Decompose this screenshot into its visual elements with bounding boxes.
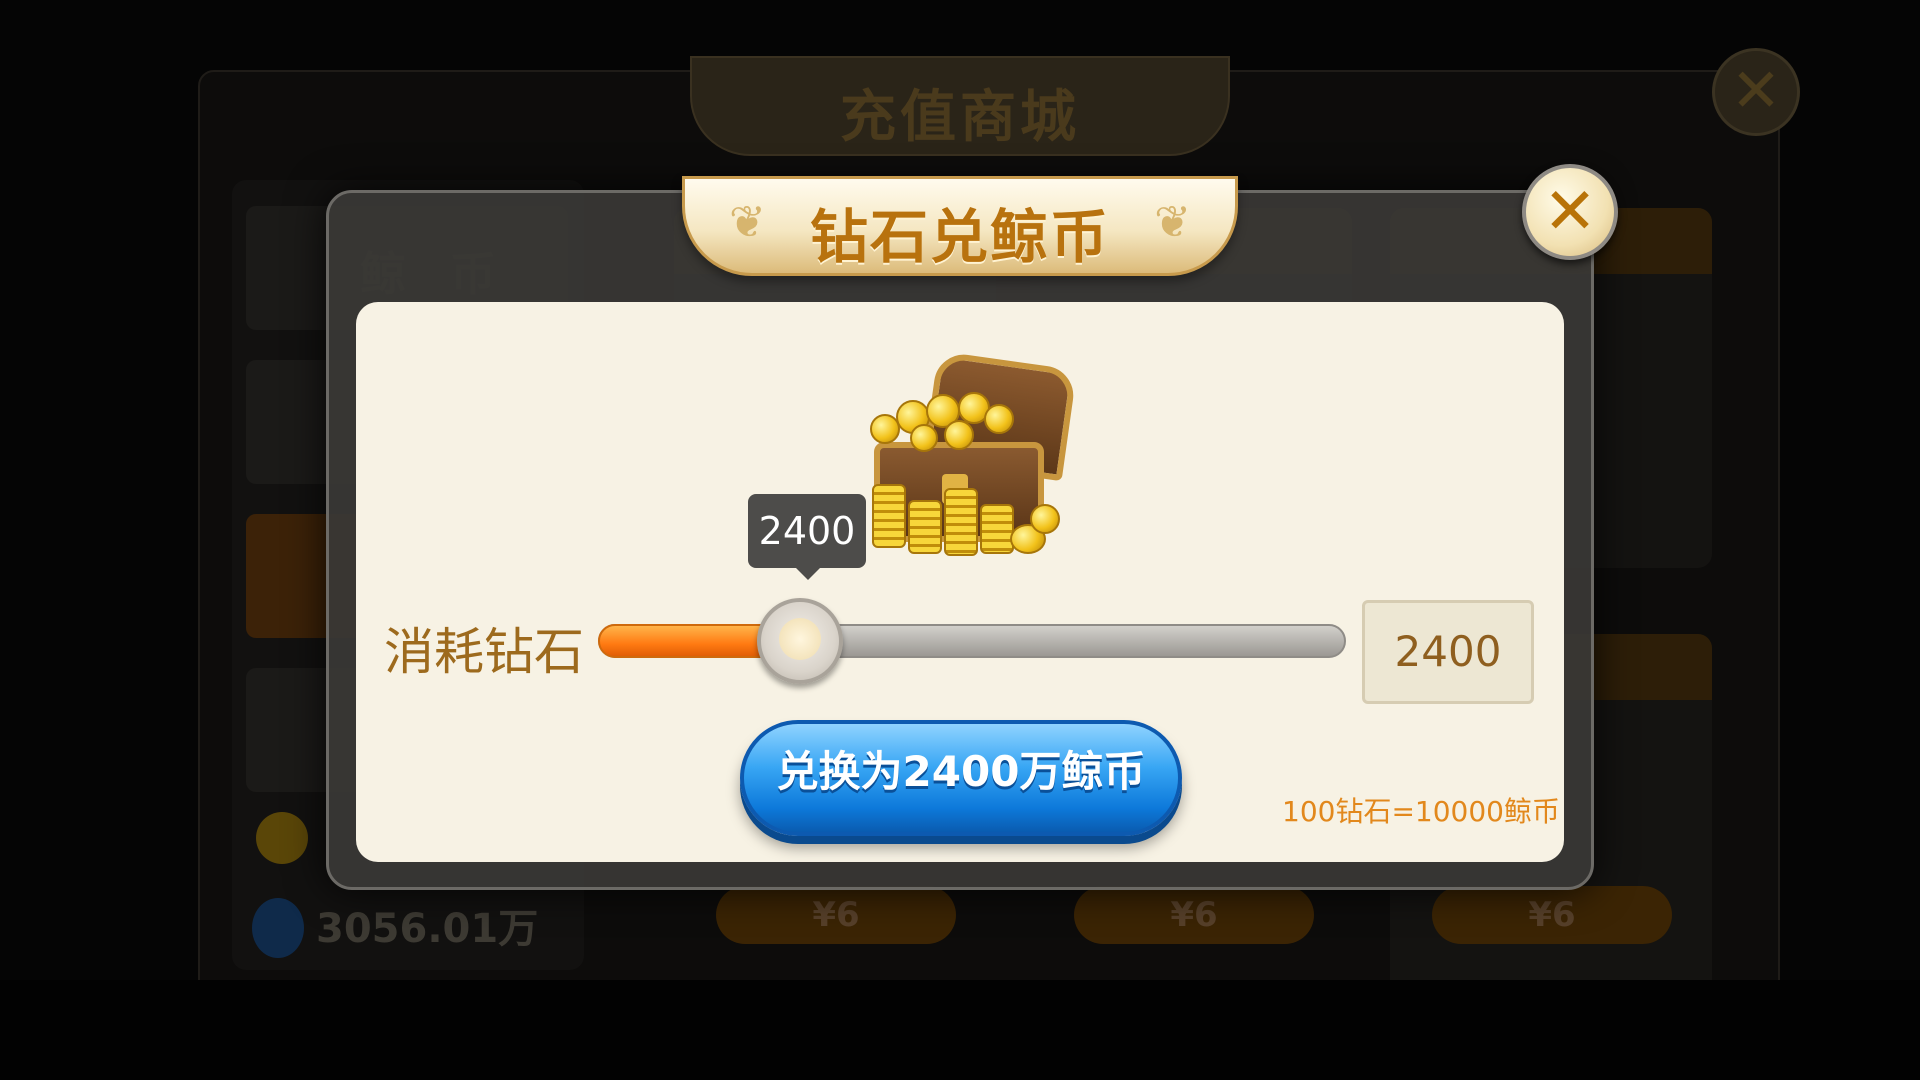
exchange-rate-text: 100钻石=10000鲸币 [1282,795,1560,828]
diamond-icon [252,898,304,958]
price-button: ¥6 [716,886,956,944]
dialog-title: 钻石兑鲸币 [809,203,1110,271]
bottom-nav-bar [0,980,1920,1080]
diamond-amount-input[interactable]: 2400 [1362,600,1534,704]
slider-value-tooltip: 2400 [748,494,866,568]
tooltip-arrow [794,566,822,580]
exchange-button[interactable]: 兑换为2400万鲸币 [740,720,1182,836]
slider-label: 消耗钻石 [384,623,584,681]
exchange-button-label: 兑换为2400万鲸币 [776,747,1146,796]
shop-close-icon: ✕ [1712,48,1800,136]
diamond-slider-knob[interactable] [756,598,843,684]
diamond-balance: 3056.01万 [316,906,539,952]
close-button[interactable]: ✕ [1522,164,1618,260]
close-icon: ✕ [1543,175,1597,249]
treasure-chest-icon [860,350,1078,568]
price-button: ¥6 [1432,886,1672,944]
shop-title: 充值商城 [840,85,1080,150]
price-button: ¥6 [1074,886,1314,944]
coin-icon [256,812,308,864]
